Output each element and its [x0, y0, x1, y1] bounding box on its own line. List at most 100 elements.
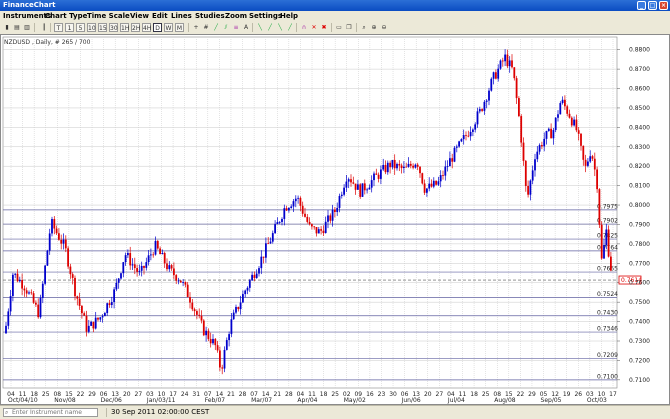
- magnet-icon[interactable]: ∩: [300, 23, 308, 32]
- candle-body: [106, 303, 109, 314]
- zoom-in-icon[interactable]: ⊕: [370, 23, 378, 32]
- print-icon[interactable]: ▭: [335, 23, 343, 32]
- candle-body: [274, 224, 276, 234]
- minimize-button[interactable]: _: [637, 1, 646, 10]
- candle-body: [453, 147, 456, 162]
- candle-body: [35, 302, 37, 305]
- line-tool-4-icon[interactable]: ╱: [286, 23, 294, 32]
- candle-body: [499, 60, 502, 69]
- candle-body: [476, 111, 479, 125]
- text-icon[interactable]: A: [242, 23, 250, 32]
- candle-body: [421, 173, 424, 184]
- close-button[interactable]: ×: [659, 1, 668, 10]
- menu-time-scale[interactable]: Time Scale: [87, 11, 130, 21]
- candle-body: [550, 128, 552, 139]
- candle-body: [603, 245, 605, 259]
- candle-body: [262, 256, 265, 258]
- price-chart[interactable]: 0.79750.79020.78250.77640.76550.75240.74…: [1, 35, 669, 404]
- line-tool-1-icon[interactable]: ╲: [256, 23, 264, 32]
- candle-body: [557, 114, 559, 118]
- candle-body: [559, 103, 562, 115]
- menu-edit[interactable]: Edit: [152, 11, 168, 21]
- candle-body: [347, 179, 350, 182]
- candle-body: [255, 273, 258, 279]
- level-label: 0.7655: [597, 266, 618, 273]
- candle-body: [564, 99, 566, 107]
- y-tick-label: 0.7200: [629, 357, 650, 364]
- candle-body: [566, 106, 569, 114]
- save-icon[interactable]: ▥: [23, 23, 31, 32]
- x-month-label: Jul/04: [447, 397, 465, 404]
- timescale-1h[interactable]: 1H: [120, 23, 129, 32]
- menu-help[interactable]: Help: [280, 11, 298, 21]
- candle-body: [7, 311, 10, 326]
- bar-chart-icon[interactable]: ┃: [40, 23, 48, 32]
- menu-settings[interactable]: Settings: [249, 11, 282, 21]
- candle-body: [99, 317, 102, 320]
- timescale-m[interactable]: M: [175, 23, 184, 32]
- search-icon[interactable]: ⌕: [360, 23, 368, 32]
- timescale-w[interactable]: W: [164, 23, 173, 32]
- candle-body: [297, 197, 299, 199]
- candle-body: [587, 161, 589, 166]
- instrument-search[interactable]: ⌕: [3, 408, 98, 417]
- candle-body: [400, 165, 403, 169]
- y-tick-label: 0.7400: [629, 319, 650, 326]
- chart-area[interactable]: 0.7975 0.7902 0.7825 0.7764 0.7655 0.7524 0.74…: [0, 34, 670, 405]
- crosshair-icon[interactable]: +: [192, 23, 200, 32]
- candle-body: [416, 164, 419, 167]
- timescale-2h[interactable]: 2H: [131, 23, 140, 32]
- timescale-t[interactable]: T: [54, 23, 63, 32]
- menu-lines[interactable]: Lines: [171, 11, 192, 21]
- delete-all-icon[interactable]: ✖: [320, 23, 328, 32]
- timescale-1[interactable]: 1: [65, 23, 74, 32]
- instrument-search-input[interactable]: [12, 409, 96, 416]
- menu-studies[interactable]: Studies: [195, 11, 225, 21]
- candle-body: [230, 319, 233, 335]
- menu-view[interactable]: View: [130, 11, 149, 21]
- trend-icon[interactable]: ╱: [212, 23, 220, 32]
- candle-body: [67, 248, 69, 267]
- zoom-out-icon[interactable]: ⊖: [380, 23, 388, 32]
- hash-icon[interactable]: #: [202, 23, 210, 32]
- menu-instruments[interactable]: Instruments: [3, 11, 51, 21]
- open-icon[interactable]: ▤: [13, 23, 21, 32]
- candle-body: [552, 130, 555, 139]
- y-tick-label: 0.7900: [629, 221, 650, 228]
- channel-icon[interactable]: ⫽: [222, 23, 230, 32]
- x-tick-label: 28: [285, 391, 293, 398]
- timescale-10[interactable]: 10: [87, 23, 96, 32]
- candle-body: [179, 280, 182, 283]
- candle-body: [518, 98, 520, 117]
- x-tick-label: 28: [239, 391, 247, 398]
- timescale-4h[interactable]: 4H: [142, 23, 151, 32]
- delete-icon[interactable]: ✕: [310, 23, 318, 32]
- timescale-30[interactable]: 30: [109, 23, 118, 32]
- candle-body: [214, 338, 217, 346]
- candle-body: [460, 139, 463, 142]
- copy-icon[interactable]: ❐: [345, 23, 353, 32]
- x-tick-label: 20: [424, 391, 432, 398]
- level-label: 0.7346: [597, 326, 618, 333]
- fibonacci-icon[interactable]: ≡: [232, 23, 240, 32]
- candle-body: [74, 277, 76, 297]
- new-chart-icon[interactable]: ▮: [3, 23, 11, 32]
- line-tool-2-icon[interactable]: ╱: [266, 23, 274, 32]
- maximize-button[interactable]: □: [648, 1, 657, 10]
- menu-zoom[interactable]: Zoom: [225, 11, 247, 21]
- candle-body: [94, 317, 97, 329]
- candle-body: [573, 119, 575, 126]
- timescale-d[interactable]: D: [153, 23, 162, 32]
- candle-body: [391, 159, 394, 168]
- candle-body: [108, 303, 111, 306]
- candle-body: [37, 304, 40, 318]
- x-month-label: Oct/03: [587, 397, 607, 404]
- x-tick-label: 18: [320, 391, 328, 398]
- candle-body: [531, 170, 534, 181]
- timescale-15[interactable]: 15: [98, 23, 107, 32]
- candle-body: [442, 175, 444, 176]
- y-tick-label: 0.7800: [629, 241, 650, 248]
- menu-chart-type[interactable]: Chart Type: [45, 11, 87, 21]
- line-tool-3-icon[interactable]: ╲: [276, 23, 284, 32]
- timescale-5[interactable]: 5: [76, 23, 85, 32]
